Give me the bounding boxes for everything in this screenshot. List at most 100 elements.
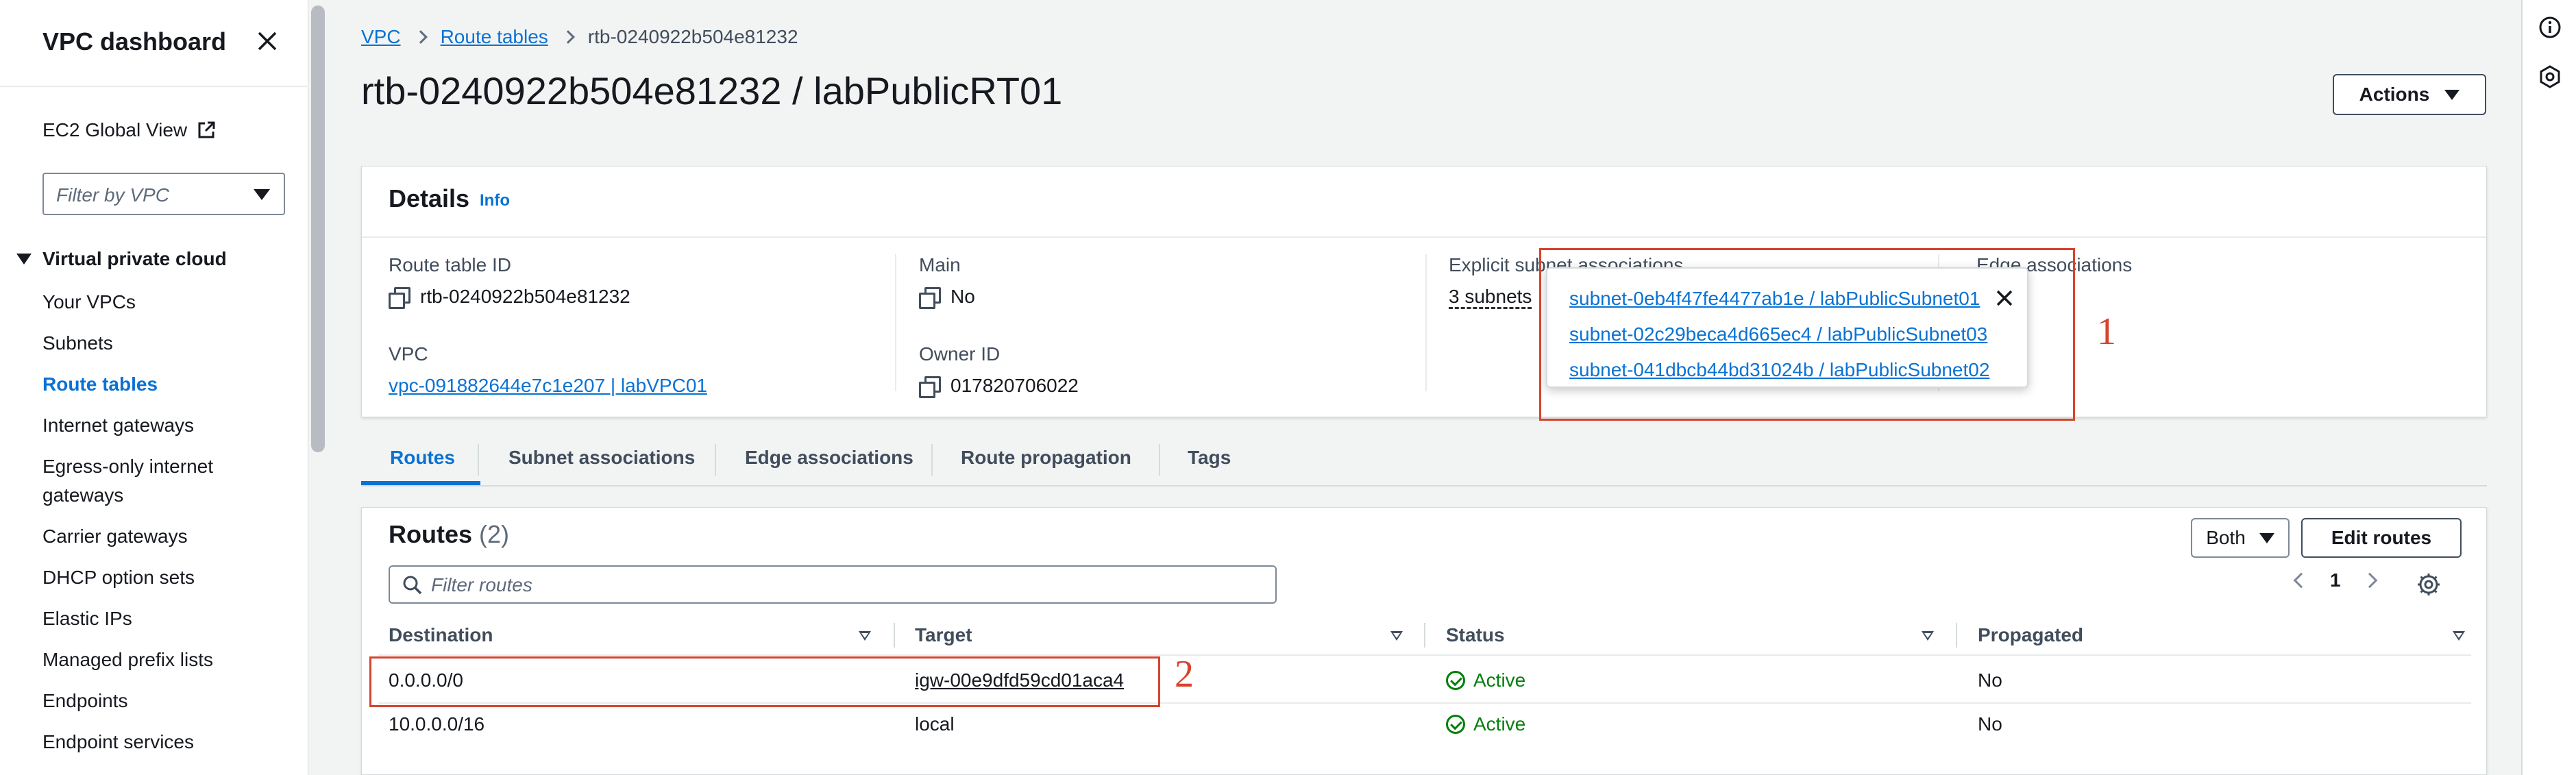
route-propagated: No (1978, 713, 2002, 735)
gear-icon[interactable] (2416, 572, 2441, 597)
column-divider (1956, 623, 1957, 648)
details-title: Details (389, 184, 470, 212)
route-propagated: No (1978, 669, 2002, 691)
copy-icon[interactable] (919, 376, 941, 398)
owner-label: Owner ID (919, 343, 1001, 365)
annotation-box-2 (369, 656, 1160, 707)
chevron-right-icon (413, 30, 428, 44)
chevron-right-icon (561, 30, 575, 44)
sidebar-section-vpc[interactable]: Virtual private cloud (16, 248, 227, 270)
tab-bar: Routes Subnet associations Edge associat… (361, 434, 2487, 487)
sidebar-item-subnets[interactable]: Subnets (42, 329, 282, 358)
ip-version-value: Both (2206, 527, 2246, 548)
side-navigation: VPC dashboard EC2 Global View Filter by … (0, 0, 308, 775)
vpc-link[interactable]: vpc-091882644e7c1e207 | labVPC01 (389, 375, 707, 397)
page-title: rtb-0240922b504e81232 / labPublicRT01 (361, 69, 1063, 112)
sidebar-divider (0, 86, 308, 87)
sidebar-item-carrier-gateways[interactable]: Carrier gateways (42, 522, 282, 551)
route-table-id-value: rtb-0240922b504e81232 (389, 286, 707, 309)
sidebar-item-ec2-global-view[interactable]: EC2 Global View (42, 119, 216, 141)
sidebar-scroll-track (308, 0, 329, 775)
column-status[interactable]: Status (1446, 624, 1505, 646)
sidebar-item-internet-gateways[interactable]: Internet gateways (42, 411, 282, 440)
owner-value: 017820706022 (919, 375, 1079, 398)
sort-icon[interactable] (1922, 631, 1934, 641)
info-link[interactable]: Info (480, 191, 510, 210)
column-destination[interactable]: Destination (389, 624, 493, 646)
edit-routes-button[interactable]: Edit routes (2301, 518, 2462, 558)
tools-panel (2521, 0, 2576, 775)
vpc-value: vpc-091882644e7c1e207 | labVPC01 (389, 375, 707, 397)
ip-version-select[interactable]: Both (2191, 518, 2290, 558)
search-icon (403, 576, 422, 595)
breadcrumb: VPC Route tables rtb-0240922b504e81232 (361, 26, 798, 48)
route-status: Active (1446, 713, 1525, 735)
tab-edge-associations[interactable]: Edge associations (745, 447, 913, 469)
owner: 017820706022 (950, 375, 1079, 396)
breadcrumb-vpc[interactable]: VPC (361, 26, 401, 48)
route-status-text: Active (1473, 669, 1526, 691)
caret-down-icon (16, 254, 32, 265)
sidebar-section-label: Virtual private cloud (42, 248, 227, 269)
vpc-filter-placeholder: Filter by VPC (56, 184, 169, 206)
sort-icon[interactable] (2453, 631, 2465, 641)
sidebar-item-egress-only-gateways[interactable]: Egress-only internet gateways (42, 452, 282, 510)
sidebar-item-endpoint-services[interactable]: Endpoint services (42, 728, 282, 756)
tab-routes[interactable]: Routes (390, 447, 455, 469)
info-icon[interactable] (2538, 15, 2562, 40)
sidebar-item-endpoints[interactable]: Endpoints (42, 687, 282, 715)
column-divider (1424, 623, 1425, 648)
caret-down-icon (2259, 532, 2274, 543)
actions-label: Actions (2359, 84, 2430, 105)
sidebar-title[interactable]: VPC dashboard (42, 27, 226, 56)
route-table-id: rtb-0240922b504e81232 (420, 286, 630, 307)
copy-icon[interactable] (389, 287, 410, 309)
chevron-left-icon[interactable] (2293, 572, 2309, 589)
sidebar-item-managed-prefix-lists[interactable]: Managed prefix lists (42, 645, 282, 674)
routes-panel: Routes (2) Both Edit routes 1 Destinatio… (361, 507, 2487, 775)
route-target: local (915, 713, 955, 735)
tab-subnet-associations[interactable]: Subnet associations (508, 447, 695, 469)
actions-button[interactable]: Actions (2333, 74, 2486, 115)
sort-icon[interactable] (1390, 631, 1403, 641)
sort-icon[interactable] (859, 631, 871, 641)
tab-separator (1159, 444, 1160, 476)
details-divider (362, 236, 2486, 238)
details-col-1: Route table ID rtb-0240922b504e81232 VPC… (389, 254, 707, 432)
sidebar-item-your-vpcs[interactable]: Your VPCs (42, 288, 282, 317)
close-icon[interactable] (255, 29, 280, 53)
details-col-2: Main No Owner ID 017820706022 (919, 254, 1079, 432)
subnets-popover-trigger[interactable]: 3 subnets (1449, 286, 1532, 308)
tab-separator (931, 444, 933, 476)
status-positive-icon (1446, 715, 1465, 734)
help-panel-icon[interactable] (2538, 64, 2562, 89)
filter-routes-input[interactable] (431, 574, 1253, 597)
caret-down-icon (2444, 89, 2460, 100)
copy-icon[interactable] (919, 287, 941, 309)
chevron-right-icon[interactable] (2362, 572, 2377, 589)
tab-route-propagation[interactable]: Route propagation (961, 447, 1131, 469)
tab-separator (478, 444, 479, 476)
column-propagated[interactable]: Propagated (1978, 624, 2083, 646)
breadcrumb-current: rtb-0240922b504e81232 (587, 26, 798, 47)
row-divider (378, 654, 2471, 656)
main-value: No (919, 286, 1079, 309)
page-number[interactable]: 1 (2330, 569, 2341, 591)
sidebar-item-route-tables[interactable]: Route tables (42, 370, 282, 399)
breadcrumb-route-tables[interactable]: Route tables (441, 26, 548, 48)
routes-title-text: Routes (389, 520, 473, 548)
sidebar-scrollbar[interactable] (311, 5, 325, 452)
active-tab-underline (361, 481, 480, 485)
sidebar-item-dhcp-option-sets[interactable]: DHCP option sets (42, 563, 282, 592)
vpc-filter-select[interactable]: Filter by VPC (42, 173, 285, 215)
filter-routes-field (389, 565, 1277, 604)
vpc-label: VPC (389, 343, 428, 365)
route-status-text: Active (1473, 713, 1526, 735)
details-panel: Details Info Route table ID rtb-0240922b… (361, 166, 2487, 417)
annotation-number-1: 1 (2097, 310, 2116, 353)
tab-tags[interactable]: Tags (1188, 447, 1231, 469)
tab-separator (715, 444, 716, 476)
route-status: Active (1446, 669, 1525, 691)
column-target[interactable]: Target (915, 624, 972, 646)
sidebar-item-elastic-ips[interactable]: Elastic IPs (42, 604, 282, 633)
